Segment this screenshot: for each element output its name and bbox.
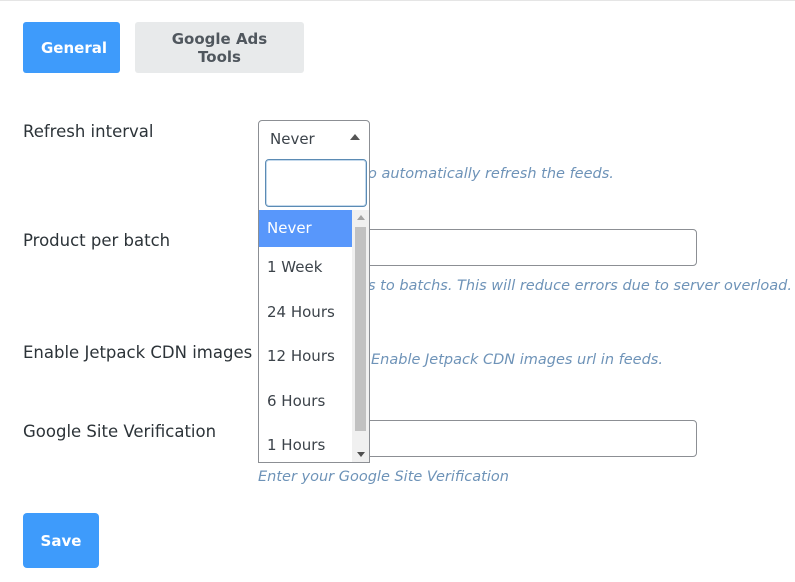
tab-bar: General Google Ads Tools bbox=[23, 22, 304, 73]
scroll-down-arrow-icon[interactable] bbox=[357, 452, 365, 457]
refresh-interval-help: o automatically refresh the feeds. bbox=[368, 166, 614, 182]
product-per-batch-help: s to batchs. This will reduce errors due… bbox=[368, 278, 792, 294]
site-verification-help: Enter your Google Site Verification bbox=[258, 469, 509, 485]
tab-general[interactable]: General bbox=[23, 22, 120, 73]
dropdown-option[interactable]: Never bbox=[259, 210, 353, 247]
caret-up-icon bbox=[350, 134, 360, 140]
dropdown-option[interactable]: 1 Week bbox=[259, 247, 353, 292]
dropdown-option[interactable]: 24 Hours bbox=[259, 292, 353, 337]
dropdown-option[interactable]: 6 Hours bbox=[259, 381, 353, 426]
refresh-interval-dropdown: Never 1 Week 24 Hours 12 Hours 6 Hours 1… bbox=[258, 153, 370, 463]
site-verification-label: Google Site Verification bbox=[23, 422, 217, 441]
scroll-up-arrow-icon[interactable] bbox=[357, 215, 365, 220]
settings-page: General Google Ads Tools Refresh interva… bbox=[0, 0, 795, 582]
dropdown-option[interactable]: 1 Hours bbox=[259, 425, 353, 462]
dropdown-search-input[interactable] bbox=[265, 159, 367, 207]
dropdown-option[interactable]: 12 Hours bbox=[259, 336, 353, 381]
tab-google-ads-tools[interactable]: Google Ads Tools bbox=[135, 22, 304, 73]
save-button[interactable]: Save bbox=[23, 513, 99, 568]
dropdown-scrollbar[interactable] bbox=[352, 210, 369, 462]
scrollbar-thumb[interactable] bbox=[355, 227, 366, 431]
dropdown-options-list: Never 1 Week 24 Hours 12 Hours 6 Hours 1… bbox=[259, 210, 353, 462]
refresh-interval-selected-value: Never bbox=[270, 130, 315, 148]
refresh-interval-label: Refresh interval bbox=[23, 122, 154, 141]
jetpack-cdn-label: Enable Jetpack CDN images bbox=[23, 343, 253, 362]
product-per-batch-label: Product per batch bbox=[23, 231, 171, 250]
refresh-interval-select[interactable]: Never bbox=[258, 120, 370, 154]
jetpack-cdn-help: Enable Jetpack CDN images url in feeds. bbox=[371, 352, 663, 368]
